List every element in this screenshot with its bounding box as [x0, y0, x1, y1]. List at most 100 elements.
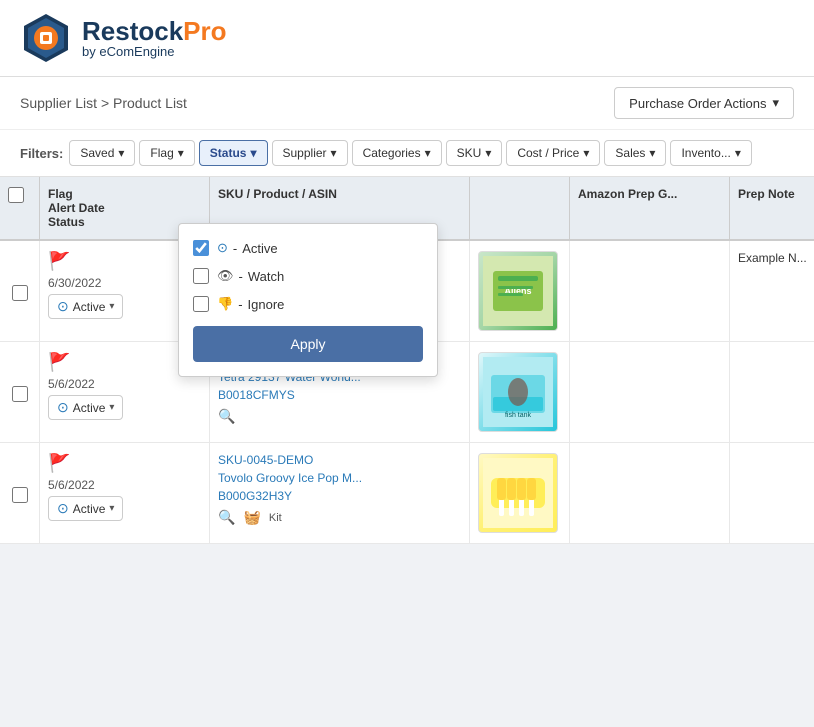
asin-3[interactable]: B000G32H3Y [218, 489, 461, 503]
status-label-1: Active [73, 300, 106, 314]
filter-flag-button[interactable]: Flag ▾ [139, 140, 194, 166]
status-label-3: Active [73, 502, 106, 516]
td-checkbox-2 [0, 342, 40, 442]
status-dot-icon-2: ⊙ [57, 399, 69, 416]
active-checkbox[interactable] [193, 240, 209, 256]
status-watch-option[interactable]: 👁 - Watch [193, 262, 423, 290]
date-2: 5/6/2022 [48, 377, 201, 391]
categories-caret-icon: ▾ [425, 146, 431, 160]
watch-status-icon: 👁 [217, 268, 234, 284]
ignore-status-icon: 👎 [217, 296, 233, 312]
th-image [470, 177, 570, 239]
td-image-1: Aliens [470, 241, 570, 341]
filter-sku-button[interactable]: SKU ▾ [446, 140, 503, 166]
status-dropdown-3[interactable]: ⊙ Active ▾ [48, 496, 123, 521]
inventory-caret-icon: ▾ [735, 146, 741, 160]
status-filter-dropdown: ⊙ - Active 👁 - Watch 👎 - Ignore Apply [178, 223, 438, 377]
filter-bar: Filters: Saved ▾ Flag ▾ Status ▾ Supplie… [0, 130, 814, 177]
purchase-order-actions-button[interactable]: Purchase Order Actions ▾ [614, 87, 794, 119]
purchase-order-actions-label: Purchase Order Actions [629, 96, 766, 111]
status-active-option[interactable]: ⊙ - Active [193, 234, 423, 262]
row-checkbox-2[interactable] [12, 386, 28, 402]
ignore-label: Ignore [248, 297, 285, 312]
ignore-checkbox[interactable] [193, 296, 209, 312]
ignore-dash: - [238, 297, 242, 312]
product-actions-3: 🔍 🧺 Kit [218, 509, 461, 526]
table-row: 🚩 5/6/2022 ⊙ Active ▾ SKU-0045-DEMO Tovo… [0, 443, 814, 544]
filter-supplier-button[interactable]: Supplier ▾ [272, 140, 348, 166]
filter-cost-price-button[interactable]: Cost / Price ▾ [506, 140, 600, 166]
active-label: Active [242, 241, 277, 256]
sku-link-3[interactable]: SKU-0045-DEMO [218, 453, 461, 467]
saved-caret-icon: ▾ [118, 146, 124, 160]
cost-price-caret-icon: ▾ [583, 146, 589, 160]
kit-label-3: Kit [269, 512, 282, 524]
asin-2[interactable]: B0018CFMYS [218, 388, 461, 402]
select-all-checkbox[interactable] [8, 187, 24, 203]
th-amazon-prep: Amazon Prep G... [570, 177, 730, 239]
product-image-2: fish tank [478, 352, 558, 432]
dropdown-caret-icon: ▾ [772, 95, 779, 111]
status-caret-2: ▾ [109, 402, 114, 413]
row-checkbox-1[interactable] [12, 285, 28, 301]
aliens-image-svg: Aliens [483, 256, 553, 326]
td-amazon-prep-1 [570, 241, 730, 341]
logo-text: RestockPro by eComEngine [82, 18, 227, 59]
product-table: FlagAlert DateStatus SKU / Product / ASI… [0, 177, 814, 544]
product-title-3[interactable]: Tovolo Groovy Ice Pop M... [218, 471, 461, 485]
svg-text:fish tank: fish tank [505, 412, 532, 419]
product-image-3 [478, 453, 558, 533]
logo-sub: by eComEngine [82, 44, 227, 59]
prep-note-text-1: Example N... [738, 251, 814, 265]
td-image-3 [470, 443, 570, 543]
logo-restock: Restock [82, 16, 183, 46]
active-status-icon: ⊙ [217, 240, 228, 256]
tank-image-svg: fish tank [483, 357, 553, 427]
status-label-2: Active [73, 401, 106, 415]
filter-status-button[interactable]: Status ▾ [199, 140, 268, 166]
td-prep-note-3 [730, 443, 814, 543]
td-prep-note-1: Example N... [730, 241, 814, 341]
th-checkbox [0, 177, 40, 239]
app-header: RestockPro by eComEngine [0, 0, 814, 77]
apply-button[interactable]: Apply [193, 326, 423, 362]
search-icon-2[interactable]: 🔍 [218, 408, 235, 425]
product-image-1: Aliens [478, 251, 558, 331]
active-dash: - [233, 241, 237, 256]
logo: RestockPro by eComEngine [20, 12, 227, 64]
logo-pro: Pro [183, 16, 226, 46]
watch-checkbox[interactable] [193, 268, 209, 284]
supplier-caret-icon: ▾ [331, 146, 337, 160]
filter-saved-button[interactable]: Saved ▾ [69, 140, 135, 166]
status-caret-icon: ▾ [250, 146, 256, 160]
breadcrumb-parent[interactable]: Supplier List [20, 95, 97, 111]
product-actions-2: 🔍 [218, 408, 461, 425]
td-checkbox-3 [0, 443, 40, 543]
filter-sales-button[interactable]: Sales ▾ [604, 140, 666, 166]
breadcrumb-separator: > [101, 95, 113, 111]
status-dropdown-1[interactable]: ⊙ Active ▾ [48, 294, 123, 319]
td-amazon-prep-3 [570, 443, 730, 543]
td-image-2: fish tank [470, 342, 570, 442]
logo-icon [20, 12, 72, 64]
filter-categories-button[interactable]: Categories ▾ [352, 140, 442, 166]
sales-caret-icon: ▾ [649, 146, 655, 160]
status-dot-icon-3: ⊙ [57, 500, 69, 517]
breadcrumb: Supplier List > Product List [20, 95, 187, 111]
td-flag-status-3: 🚩 5/6/2022 ⊙ Active ▾ [40, 443, 210, 543]
status-caret-1: ▾ [109, 301, 114, 312]
top-bar: Supplier List > Product List Purchase Or… [0, 77, 814, 130]
status-caret-3: ▾ [109, 503, 114, 514]
watch-label: Watch [248, 269, 284, 284]
status-dropdown-2[interactable]: ⊙ Active ▾ [48, 395, 123, 420]
status-ignore-option[interactable]: 👎 - Ignore [193, 290, 423, 318]
basket-icon-3[interactable]: 🧺 [243, 509, 260, 526]
search-icon-3[interactable]: 🔍 [218, 509, 235, 526]
breadcrumb-current: Product List [113, 95, 187, 111]
filter-inventory-button[interactable]: Invento... ▾ [670, 140, 751, 166]
td-product-3: SKU-0045-DEMO Tovolo Groovy Ice Pop M...… [210, 443, 470, 543]
watch-dash: - [239, 269, 243, 284]
td-checkbox-1 [0, 241, 40, 341]
row-checkbox-3[interactable] [12, 487, 28, 503]
sku-caret-icon: ▾ [485, 146, 491, 160]
